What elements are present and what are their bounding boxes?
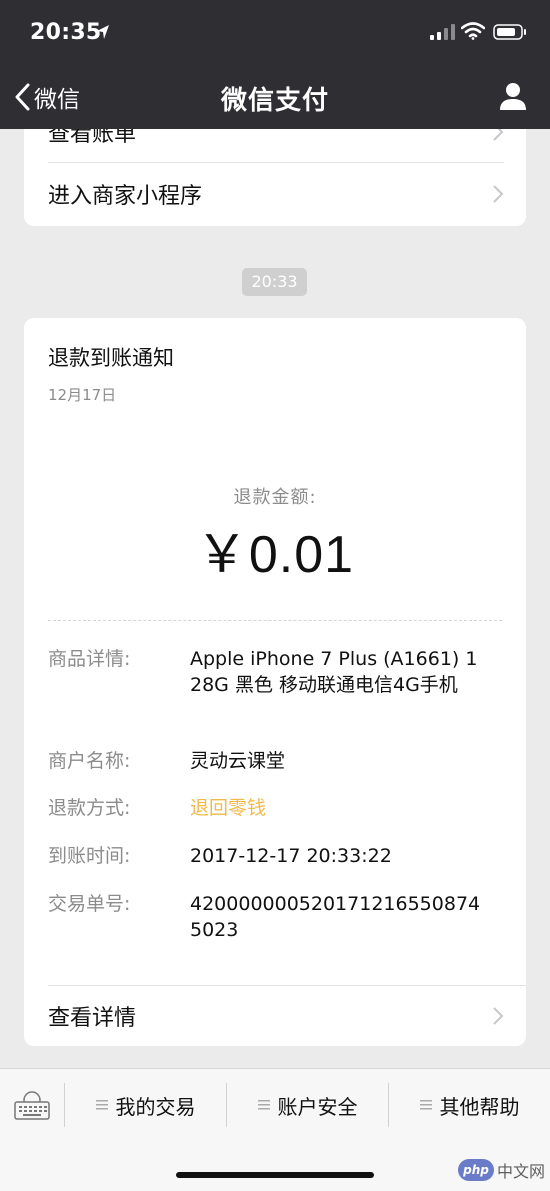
amount-value: ￥0.01 — [195, 526, 355, 584]
profile-icon[interactable] — [497, 80, 529, 112]
dashed-divider — [48, 620, 502, 621]
view-details-row[interactable]: 查看详情 — [24, 986, 526, 1046]
keyboard-toggle-button[interactable] — [0, 1069, 64, 1141]
detail-label: 交易单号: — [48, 893, 131, 915]
refund-notice-card: 退款到账通知 12月17日 退款金额: ￥0.01 商品详情: Apple iP… — [24, 318, 526, 1046]
detail-value: 2017-12-17 20:33:22 — [190, 845, 392, 867]
notice-date: 12月17日 — [48, 386, 117, 404]
message-timestamp: 20:33 — [242, 268, 307, 296]
detail-label: 商品详情: — [48, 648, 131, 670]
home-indicator[interactable] — [176, 1172, 374, 1178]
cellular-signal-icon — [430, 24, 455, 40]
amount-label: 退款金额: — [233, 487, 317, 508]
menu-label: 其他帮助 — [439, 1094, 520, 1119]
menu-lines-icon — [419, 1100, 432, 1110]
wifi-icon — [461, 22, 485, 40]
detail-label: 退款方式: — [48, 797, 131, 819]
menu-account-security[interactable]: 账户安全 — [227, 1069, 388, 1141]
chevron-right-icon — [493, 1007, 504, 1025]
battery-icon — [493, 24, 526, 40]
watermark-badge: php — [458, 1159, 494, 1181]
menu-label: 账户安全 — [277, 1094, 358, 1119]
detail-label: 到账时间: — [48, 845, 131, 867]
merchant-miniprogram-row[interactable]: 进入商家小程序 — [24, 162, 526, 226]
menu-lines-icon — [257, 1100, 270, 1110]
top-bar: 20:35 微信 微信支付 — [0, 0, 550, 129]
watermark: php 中文网 — [458, 1156, 545, 1184]
watermark-text: 中文网 — [497, 1162, 546, 1181]
menu-lines-icon — [95, 1100, 108, 1110]
menu-my-transactions[interactable]: 我的交易 — [65, 1069, 226, 1141]
detail-value: 4200000005201712165508745023 — [190, 893, 481, 941]
keyboard-icon — [14, 1091, 50, 1120]
page-title: 微信支付 — [220, 86, 329, 116]
status-time: 20:35 — [30, 20, 102, 45]
location-arrow-icon — [97, 25, 109, 39]
detail-label: 商户名称: — [48, 750, 131, 772]
merchant-miniprogram-label: 进入商家小程序 — [48, 184, 203, 209]
menu-other-help[interactable]: 其他帮助 — [389, 1069, 550, 1141]
menu-label: 我的交易 — [115, 1094, 196, 1119]
detail-value: 灵动云课堂 — [190, 750, 286, 772]
chevron-right-icon — [493, 185, 504, 203]
detail-value: 退回零钱 — [190, 797, 267, 819]
detail-value: Apple iPhone 7 Plus (A1661) 128G 黑色 移动联通… — [190, 648, 478, 696]
notice-title: 退款到账通知 — [48, 346, 174, 370]
view-details-label: 查看详情 — [48, 1006, 137, 1031]
